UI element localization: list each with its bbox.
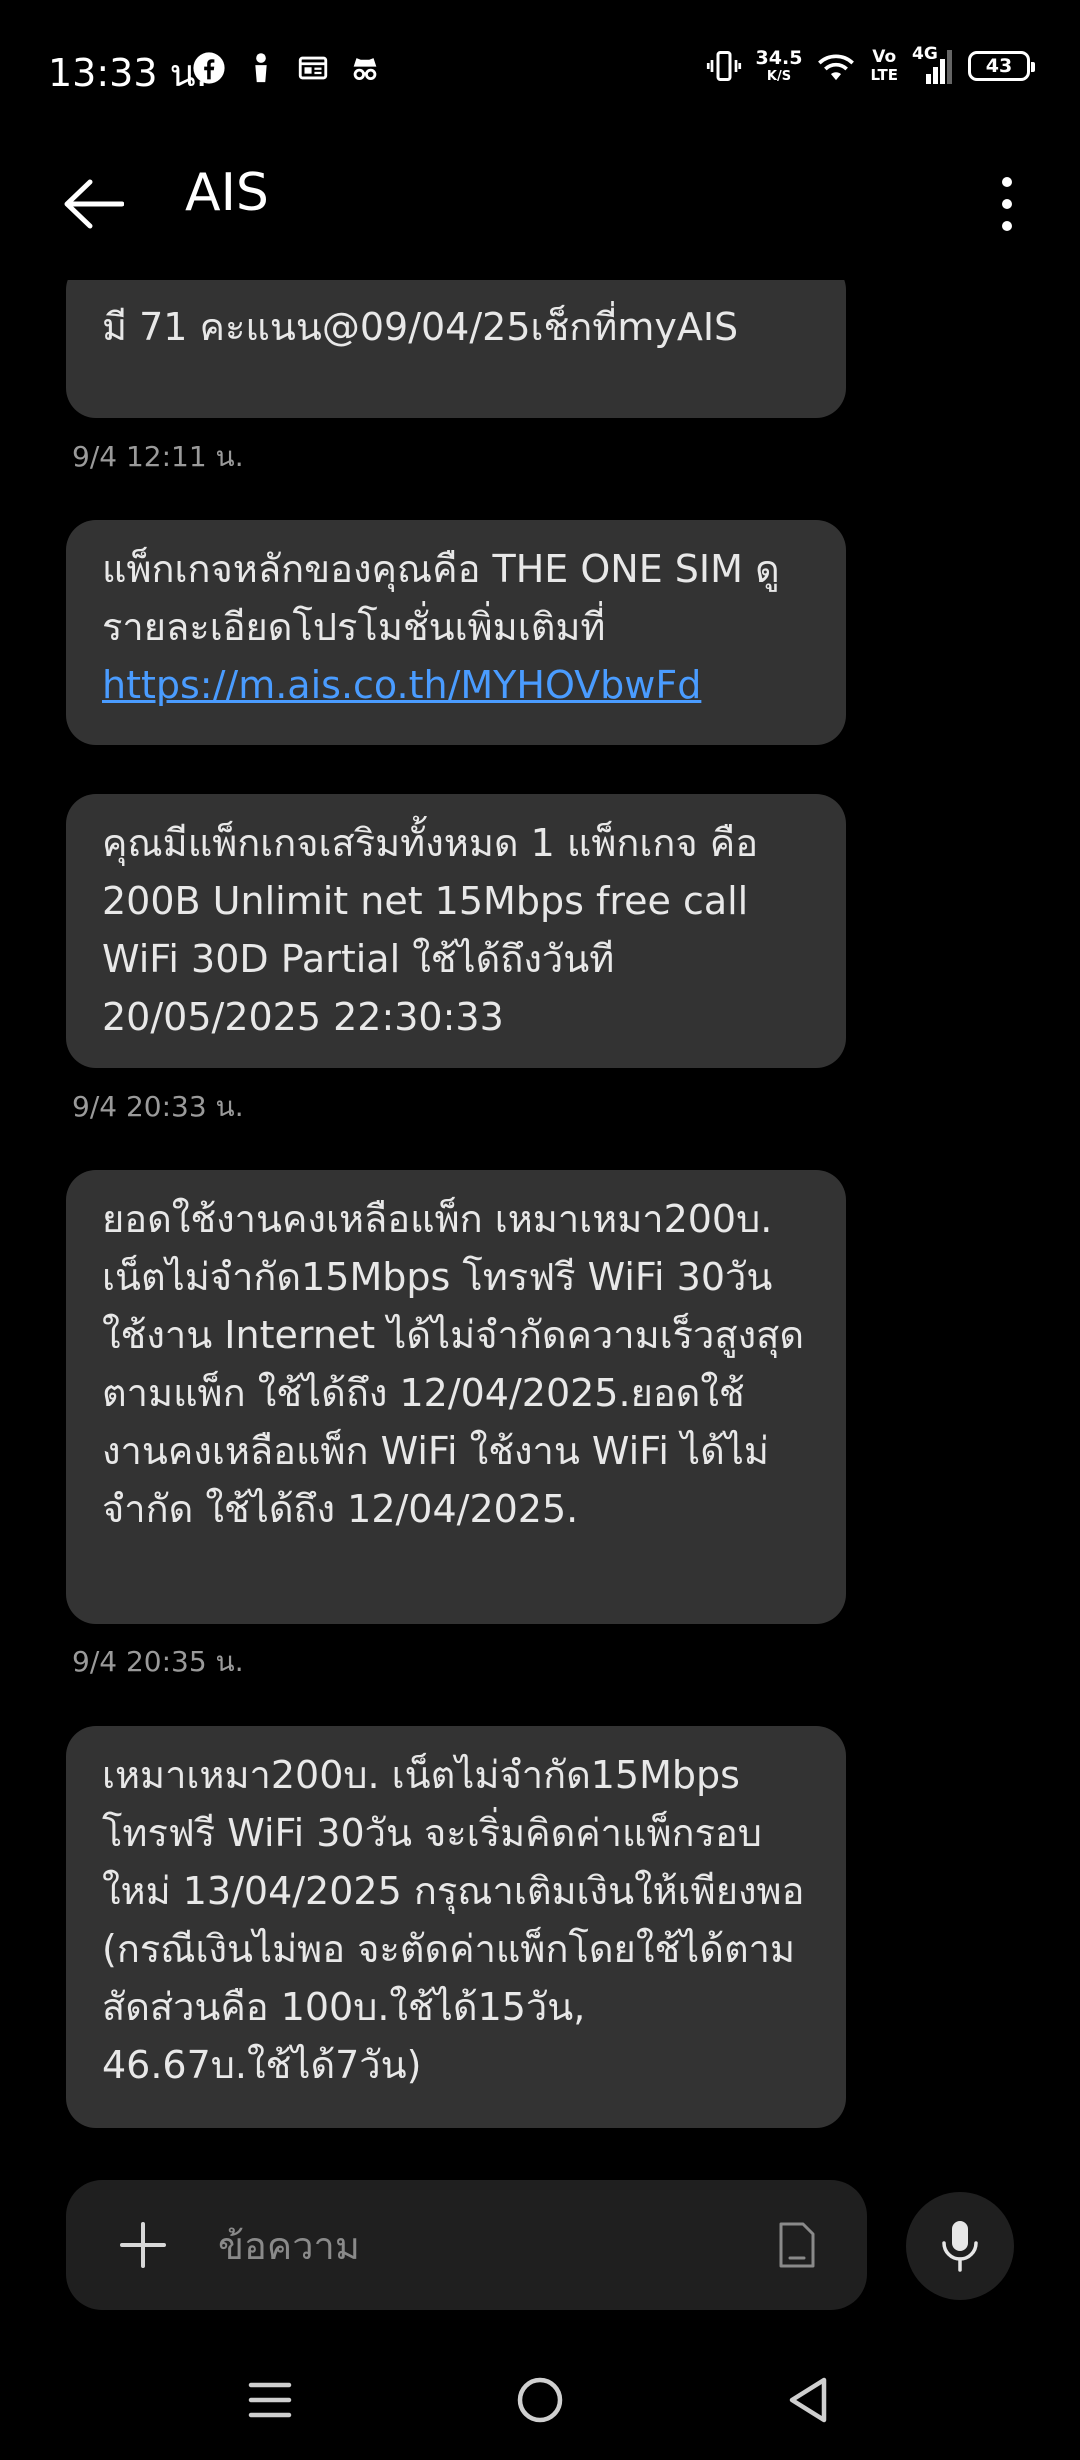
more-vert-icon bbox=[1002, 177, 1012, 231]
message-bubble[interactable]: ยอดใช้งานคงเหลือแพ็ก เหมาเหมา200บ. เน็ตไ… bbox=[66, 1170, 846, 1624]
home-circle-icon bbox=[517, 2377, 563, 2423]
conversation-header: AIS bbox=[0, 135, 1080, 285]
vibrate-icon bbox=[706, 51, 741, 81]
message-link[interactable]: https://m.ais.co.th/MYHOVbwFd bbox=[102, 663, 701, 707]
network-speed: 34.5 K/S bbox=[755, 47, 803, 84]
message-text: ยอดใช้งานคงเหลือแพ็ก เหมาเหมา200บ. เน็ตไ… bbox=[102, 1197, 804, 1531]
person-icon bbox=[255, 53, 267, 83]
more-options-button[interactable] bbox=[962, 159, 1052, 249]
volte-bottom: LTE bbox=[870, 66, 898, 84]
home-button[interactable] bbox=[500, 2360, 580, 2440]
message-text: มี 71 คะแนน@09/04/25เช็กที่myAIS bbox=[102, 305, 739, 349]
sim-card-icon bbox=[779, 2222, 815, 2268]
add-attachment-button[interactable] bbox=[108, 2210, 178, 2280]
message-bubble[interactable]: คุณมีแพ็กเกจเสริมทั้งหมด 1 แพ็กเกจ คือ 2… bbox=[66, 794, 846, 1068]
arrow-left-icon bbox=[64, 179, 124, 229]
signal-icon: 4G bbox=[912, 44, 954, 86]
menu-icon bbox=[248, 2382, 292, 2418]
incognito-icon bbox=[353, 58, 377, 81]
system-status-icons: 34.5 K/S Vo LTE 4G 43 bbox=[706, 44, 1035, 88]
voice-input-button[interactable] bbox=[906, 2192, 1014, 2300]
message-input[interactable] bbox=[216, 2210, 780, 2282]
network-speed-value: 34.5 bbox=[755, 47, 803, 69]
system-navigation-bar bbox=[0, 2340, 1080, 2460]
triangle-back-icon bbox=[789, 2377, 827, 2423]
message-timestamp: 9/4 20:33 น. bbox=[72, 1090, 244, 1123]
message-composer bbox=[66, 2180, 867, 2310]
message-text: เหมาเหมา200บ. เน็ตไม่จำกัด15Mbps โทรฟรี … bbox=[102, 1753, 805, 2087]
messages-screen: 13:33 น. 34.5 K/S Vo LTE 4G 43 AIS มี 71… bbox=[0, 0, 1080, 2460]
message-timestamp: 9/4 20:35 น. bbox=[72, 1645, 244, 1678]
back-button[interactable] bbox=[48, 159, 138, 249]
news-icon bbox=[298, 56, 328, 80]
back-nav-button[interactable] bbox=[768, 2360, 848, 2440]
contact-name[interactable]: AIS bbox=[185, 163, 269, 223]
battery-icon: 43 bbox=[968, 51, 1035, 81]
notification-icons bbox=[192, 48, 382, 88]
message-text: คุณมีแพ็กเกจเสริมทั้งหมด 1 แพ็กเกจ คือ 2… bbox=[102, 821, 759, 1039]
status-bar: 13:33 น. 34.5 K/S Vo LTE 4G 43 bbox=[0, 0, 1080, 135]
microphone-icon bbox=[942, 2221, 978, 2272]
battery-level: 43 bbox=[985, 55, 1013, 77]
message-bubble[interactable]: มี 71 คะแนน@09/04/25เช็กที่myAIS bbox=[66, 280, 846, 418]
wifi-icon bbox=[818, 54, 855, 81]
plus-icon bbox=[120, 2222, 166, 2268]
volte-top: Vo bbox=[872, 47, 897, 67]
message-bubble[interactable]: แพ็กเกจหลักของคุณคือ THE ONE SIM ดูรายละ… bbox=[66, 520, 846, 745]
sim-card-button[interactable] bbox=[767, 2212, 827, 2278]
status-time: 13:33 น. bbox=[48, 51, 208, 95]
volte-indicator: Vo LTE bbox=[870, 49, 898, 83]
recent-apps-button[interactable] bbox=[230, 2360, 310, 2440]
message-thread[interactable]: มี 71 คะแนน@09/04/25เช็กที่myAIS 9/4 12:… bbox=[0, 280, 1080, 2160]
message-bubble[interactable]: เหมาเหมา200บ. เน็ตไม่จำกัด15Mbps โทรฟรี … bbox=[66, 1726, 846, 2128]
facebook-icon bbox=[193, 52, 225, 84]
network-speed-unit: K/S bbox=[766, 69, 792, 84]
message-timestamp: 9/4 12:11 น. bbox=[72, 440, 244, 473]
message-text: แพ็กเกจหลักของคุณคือ THE ONE SIM ดูรายละ… bbox=[102, 547, 780, 649]
